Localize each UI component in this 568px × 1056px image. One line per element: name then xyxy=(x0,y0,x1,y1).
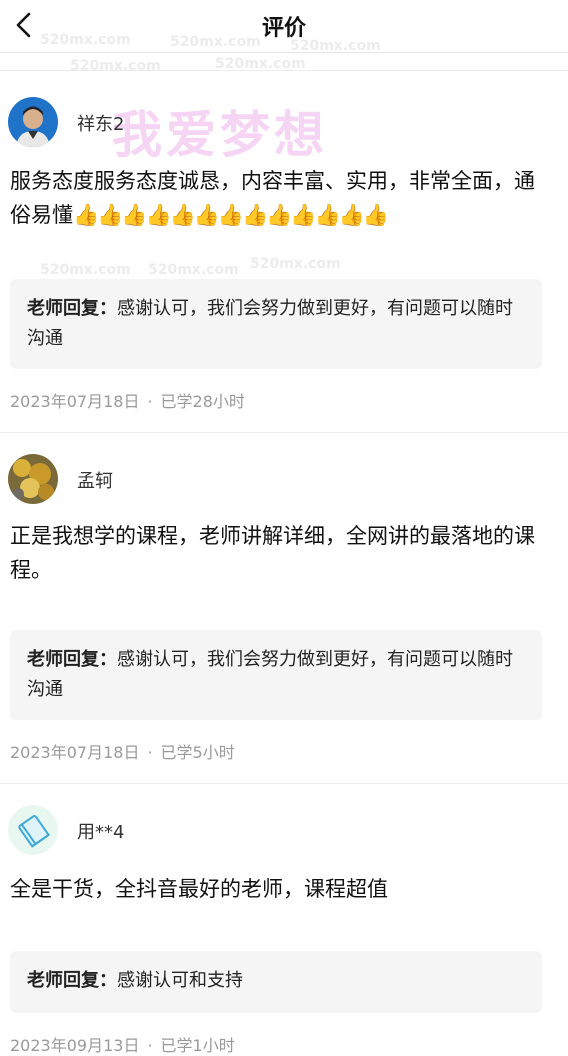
review-content: 全是干货，全抖音最好的老师，课程超值 xyxy=(10,877,388,901)
watermark-text: 520mx.com xyxy=(148,262,239,278)
avatar[interactable] xyxy=(8,805,58,855)
watermark-text: 520mx.com xyxy=(70,58,161,74)
meta-separator: · xyxy=(147,743,153,762)
username: 孟轲 xyxy=(77,471,113,492)
watermark-text: 520mx.com xyxy=(40,262,131,278)
review-date: 2023年07月18日 xyxy=(10,743,140,762)
username: 祥东2 xyxy=(77,114,125,135)
review-meta: 2023年09月13日 · 已学1小时 xyxy=(10,1032,235,1056)
meta-separator: · xyxy=(147,392,153,411)
reply-text: 感谢认可和支持 xyxy=(117,970,243,991)
reply-label: 老师回复： xyxy=(27,649,117,670)
reply-label: 老师回复： xyxy=(27,970,117,991)
review-meta: 2023年07月18日 · 已学5小时 xyxy=(10,739,235,763)
study-hours: 已学1小时 xyxy=(160,1036,235,1055)
study-hours: 已学5小时 xyxy=(160,743,235,762)
reply-label: 老师回复： xyxy=(27,298,117,319)
meta-separator: · xyxy=(147,1036,153,1055)
review-divider xyxy=(0,783,568,784)
teacher-reply: 老师回复：感谢认可和支持 xyxy=(10,951,542,1013)
teacher-reply: 老师回复：感谢认可，我们会努力做到更好，有问题可以随时沟通 xyxy=(10,630,542,720)
review-date: 2023年07月18日 xyxy=(10,392,140,411)
review-date: 2023年09月13日 xyxy=(10,1036,140,1055)
avatar[interactable] xyxy=(8,97,58,147)
review-content: 正是我想学的课程，老师讲解详细，全网讲的最落地的课程。 xyxy=(10,524,535,582)
header-divider xyxy=(0,70,568,71)
review-divider xyxy=(0,432,568,433)
watermark-text: 520mx.com xyxy=(250,256,341,272)
review-meta: 2023年07月18日 · 已学28小时 xyxy=(10,388,245,412)
avatar[interactable] xyxy=(8,454,58,504)
watermark-large: 我爱梦想 xyxy=(112,106,328,164)
username: 用**4 xyxy=(77,822,125,843)
page-title: 评价 xyxy=(261,16,306,41)
teacher-reply: 老师回复：感谢认可，我们会努力做到更好，有问题可以随时沟通 xyxy=(10,279,542,369)
top-bar: 评价 xyxy=(0,0,568,53)
thumbs-up-icon: 👍👍👍👍👍👍👍👍👍👍👍👍👍 xyxy=(73,203,389,227)
study-hours: 已学28小时 xyxy=(160,392,245,411)
review-content: 服务态度服务态度诚恳，内容丰富、实用，非常全面，通俗易懂👍👍👍👍👍👍👍👍👍👍👍👍… xyxy=(10,164,535,232)
